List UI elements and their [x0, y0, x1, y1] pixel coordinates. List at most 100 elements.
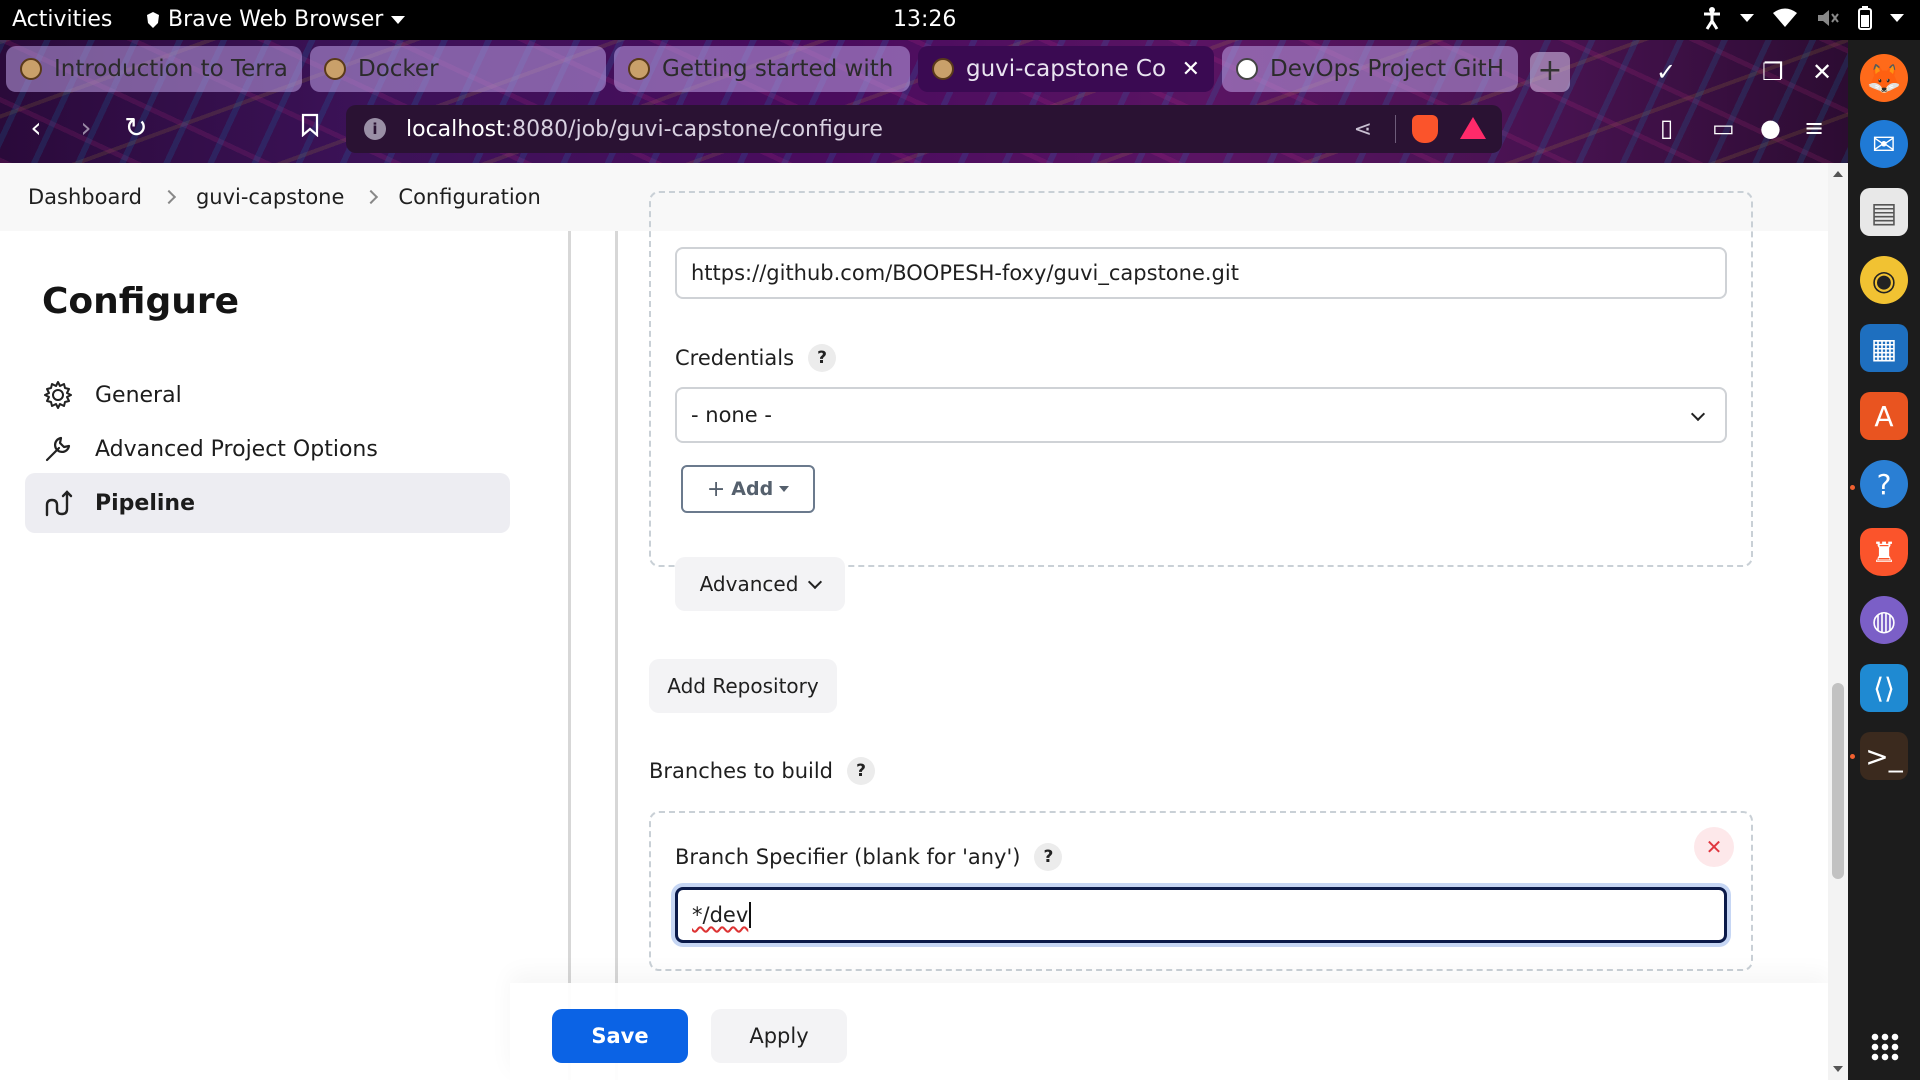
repository-url-input[interactable]: https://github.com/BOOPESH-foxy/guvi_cap…: [675, 247, 1727, 299]
new-tab-button[interactable]: +: [1530, 52, 1570, 92]
terminal-icon[interactable]: >_: [1860, 732, 1908, 780]
sidebar-item-advanced-project-options[interactable]: Advanced Project Options: [25, 419, 510, 479]
volume-muted-icon: [1818, 10, 1839, 26]
credentials-label-text: Credentials: [675, 346, 795, 370]
forward-button[interactable]: ›: [66, 108, 106, 148]
pipeline-icon: [43, 488, 73, 518]
credentials-select[interactable]: - none -: [675, 387, 1727, 443]
save-button[interactable]: Save: [552, 1009, 688, 1063]
bottom-action-bar: Save Apply: [510, 983, 1830, 1080]
tab-favicon: [20, 58, 42, 80]
tab-docker[interactable]: Docker: [310, 46, 606, 92]
breadcrumb-dashboard[interactable]: Dashboard: [28, 185, 142, 209]
tab-favicon: [932, 58, 954, 80]
chevron-right-icon: [161, 189, 177, 205]
system-top-bar: Activities Brave Web Browser 13:26: [0, 0, 1920, 40]
activities-button[interactable]: Activities: [12, 7, 112, 32]
pipeline-scm-config: https://github.com/BOOPESH-foxy/guvi_cap…: [618, 191, 1768, 1080]
page-title: Configure: [42, 281, 240, 322]
chevron-down-icon: [1740, 14, 1754, 22]
apply-button[interactable]: Apply: [711, 1009, 847, 1063]
advanced-button[interactable]: Advanced: [675, 557, 845, 611]
firefox-icon[interactable]: 🦊: [1860, 54, 1908, 102]
tab-introduction-to-terraform[interactable]: Introduction to Terra: [6, 46, 302, 92]
add-repository-button[interactable]: Add Repository: [649, 659, 837, 713]
wrench-icon: [43, 434, 73, 464]
branch-specifier-label: Branch Specifier (blank for 'any') ?: [675, 843, 1063, 871]
brave-rewards-icon[interactable]: [1460, 117, 1486, 139]
menu-icon[interactable]: ≡: [1804, 114, 1824, 142]
tab-label: Introduction to Terra: [54, 56, 288, 82]
site-info-icon[interactable]: i: [364, 118, 386, 140]
tab-strip: Introduction to Terra Docker Getting sta…: [0, 46, 1848, 92]
tab-label: Getting started with: [662, 56, 894, 82]
sidebar-item-label: Pipeline: [95, 490, 195, 516]
bookmark-icon[interactable]: [290, 108, 330, 148]
sidebar-item-label: Advanced Project Options: [95, 436, 378, 462]
page-scrollbar[interactable]: [1828, 163, 1848, 1080]
breadcrumb-configuration[interactable]: Configuration: [398, 185, 540, 209]
scrollbar-thumb[interactable]: [1832, 683, 1844, 879]
system-tray[interactable]: [1702, 6, 1904, 30]
navigation-bar: ‹ › ↻ i localhost:8080/job/guvi-capstone…: [0, 98, 1848, 158]
branch-specifier-input[interactable]: */dev: [675, 887, 1727, 943]
brave-icon[interactable]: ♜: [1860, 528, 1908, 576]
accessibility-icon: [1704, 7, 1720, 30]
wallet-icon[interactable]: ▭: [1712, 114, 1735, 142]
show-apps-icon[interactable]: [1870, 1032, 1900, 1062]
branch-specifier-label-text: Branch Specifier (blank for 'any'): [675, 845, 1021, 869]
add-credentials-button[interactable]: + Add: [681, 465, 815, 513]
running-indicator: [1850, 754, 1855, 759]
back-button[interactable]: ‹: [16, 108, 56, 148]
share-icon[interactable]: ⋖: [1354, 117, 1372, 142]
breadcrumb-job[interactable]: guvi-capstone: [196, 185, 344, 209]
help-icon[interactable]: ?: [1034, 843, 1063, 871]
help-icon[interactable]: ?: [1860, 460, 1908, 508]
clock[interactable]: 13:26: [893, 7, 956, 32]
chevron-down-icon: [391, 15, 406, 24]
thunderbird-icon[interactable]: ✉: [1860, 120, 1908, 168]
url-text[interactable]: localhost:8080/job/guvi-capstone/configu…: [406, 117, 883, 142]
tab-devops-project[interactable]: DevOps Project GitH: [1222, 46, 1518, 92]
sidebar-item-label: General: [95, 382, 182, 408]
browser-chrome: Introduction to Terra Docker Getting sta…: [0, 40, 1848, 163]
browser-icon[interactable]: ◍: [1860, 596, 1908, 644]
software-icon[interactable]: A: [1860, 392, 1908, 440]
rhythmbox-icon[interactable]: ◉: [1860, 256, 1908, 304]
running-indicator: [1850, 485, 1855, 490]
tab-guvi-capstone[interactable]: guvi-capstone Co ✕: [918, 46, 1214, 92]
files-icon[interactable]: ▤: [1860, 188, 1908, 236]
address-bar[interactable]: i localhost:8080/job/guvi-capstone/confi…: [346, 105, 1502, 153]
dock: 🦊 ✉ ▤ ◉ ▦ A ? ♜ ◍ ⟨⟩ >_: [1848, 40, 1920, 1080]
branch-specifier-value: */dev: [692, 903, 749, 927]
tab-getting-started[interactable]: Getting started with: [614, 46, 910, 92]
credentials-label: Credentials ?: [675, 344, 837, 372]
reload-button[interactable]: ↻: [116, 108, 156, 148]
brave-shields-icon[interactable]: [1412, 115, 1438, 143]
chevron-down-icon: [808, 574, 823, 590]
divider: [1395, 115, 1396, 143]
add-repository-label: Add Repository: [667, 674, 819, 698]
scroll-up-icon[interactable]: [1833, 171, 1843, 177]
app-menu[interactable]: Brave Web Browser: [146, 7, 406, 32]
repository-url-value: https://github.com/BOOPESH-foxy/guvi_cap…: [691, 261, 1239, 285]
help-icon[interactable]: ?: [847, 757, 876, 785]
divider: [568, 231, 571, 1080]
tab-label: DevOps Project GitH: [1270, 56, 1504, 82]
maximize-icon[interactable]: ❐: [1762, 58, 1784, 86]
scroll-down-icon[interactable]: [1833, 1066, 1843, 1072]
sidebar-item-pipeline[interactable]: Pipeline: [25, 473, 510, 533]
minimize-icon[interactable]: ✓: [1656, 58, 1676, 86]
writer-icon[interactable]: ▦: [1860, 324, 1908, 372]
profile-icon[interactable]: ●: [1760, 114, 1781, 142]
help-icon[interactable]: ?: [808, 344, 837, 372]
chevron-right-icon: [364, 189, 379, 205]
chevron-down-icon: [1890, 14, 1904, 22]
sidebar-item-general[interactable]: General: [25, 365, 510, 425]
plus-icon: +: [706, 476, 726, 502]
vscode-icon[interactable]: ⟨⟩: [1860, 664, 1908, 712]
delete-branch-button[interactable]: ✕: [1694, 827, 1734, 867]
sidebar-toggle-icon[interactable]: ▯: [1660, 114, 1673, 142]
close-window-icon[interactable]: ✕: [1812, 58, 1832, 86]
close-icon[interactable]: ✕: [1182, 57, 1200, 82]
